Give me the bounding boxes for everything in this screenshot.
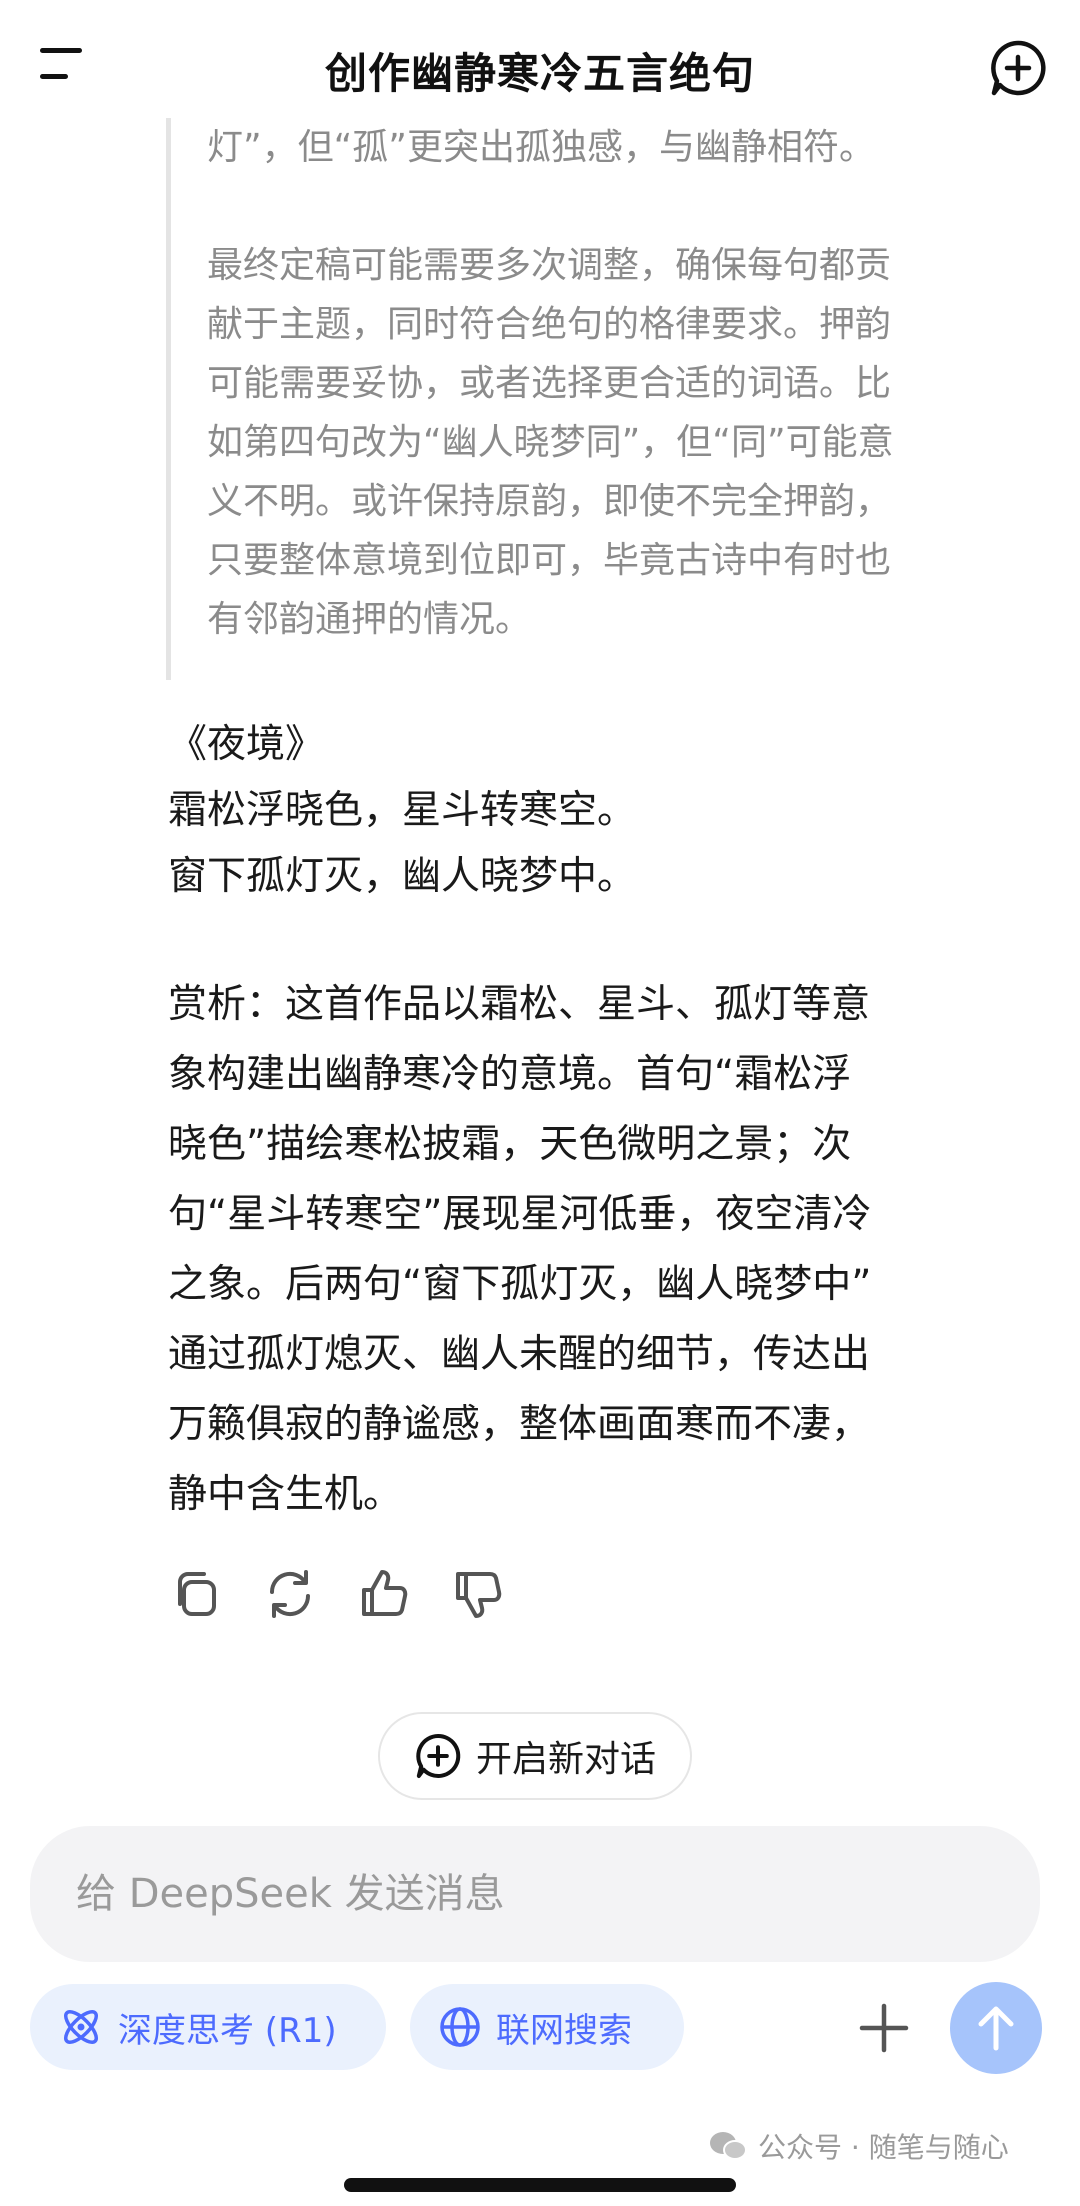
- new-chat-bubble-icon: [416, 1733, 461, 1778]
- thinking-block: 灯”，但“孤”更突出孤独感，与幽静相符。 最终定稿可能需要多次调整，确保每句都贡…: [166, 118, 1026, 680]
- poem-line: 霜松浮晓色，星斗转寒空。: [168, 788, 637, 833]
- thinking-paragraph: 灯”，但“孤”更突出孤独感，与幽静相符。: [207, 127, 875, 168]
- watermark-text: 公众号 · 随笔与随心: [758, 2131, 1009, 2164]
- globe-icon: [440, 2007, 480, 2047]
- page-title: 创作幽静寒冷五言绝句: [324, 49, 755, 98]
- watermark: 公众号 · 随笔与随心: [708, 2124, 1009, 2168]
- message-composer: [30, 1826, 1040, 1962]
- thinking-paragraph: 最终定稿可能需要多次调整，确保每句都贡 献于主题，同时符合绝句的格律要求。押韵 …: [207, 245, 894, 640]
- message-input[interactable]: [76, 1862, 976, 1926]
- wechat-logo-icon: [710, 2132, 747, 2160]
- thumbs-down-icon[interactable]: [450, 1566, 506, 1622]
- poem-title: 《夜境》: [168, 722, 325, 767]
- regenerate-icon[interactable]: [262, 1566, 318, 1622]
- arrow-up-icon: [978, 2006, 1014, 2051]
- poem-analysis: 赏析：这首作品以霜松、星斗、孤灯等意 象构建出幽静寒冷的意境。首句“霜松浮 晓色…: [168, 982, 872, 1517]
- poem-line: 窗下孤灯灭，幽人晓梦中。: [168, 854, 637, 899]
- web-search-toggle[interactable]: 联网搜索: [410, 1984, 684, 2070]
- atom-icon: [64, 2010, 98, 2044]
- web-search-label: 联网搜索: [496, 2010, 632, 2051]
- assistant-answer: 《夜境》 霜松浮晓色，星斗转寒空。 窗下孤灯灭，幽人晓梦中。 赏析：这首作品以霜…: [168, 712, 1038, 1530]
- deep-think-toggle[interactable]: 深度思考 (R1): [30, 1984, 386, 2070]
- start-new-chat-button[interactable]: 开启新对话: [378, 1712, 692, 1800]
- top-bar: 创作幽静寒冷五言绝句: [0, 0, 1080, 130]
- copy-icon[interactable]: [168, 1566, 224, 1622]
- start-new-chat-label: 开启新对话: [475, 1739, 656, 1780]
- attach-plus-icon[interactable]: [856, 2000, 912, 2056]
- thumbs-up-icon[interactable]: [356, 1566, 412, 1622]
- new-chat-icon[interactable]: [988, 38, 1048, 98]
- deep-think-label: 深度思考 (R1): [118, 2010, 337, 2051]
- send-button[interactable]: [950, 1982, 1042, 2074]
- home-indicator: [344, 2178, 736, 2192]
